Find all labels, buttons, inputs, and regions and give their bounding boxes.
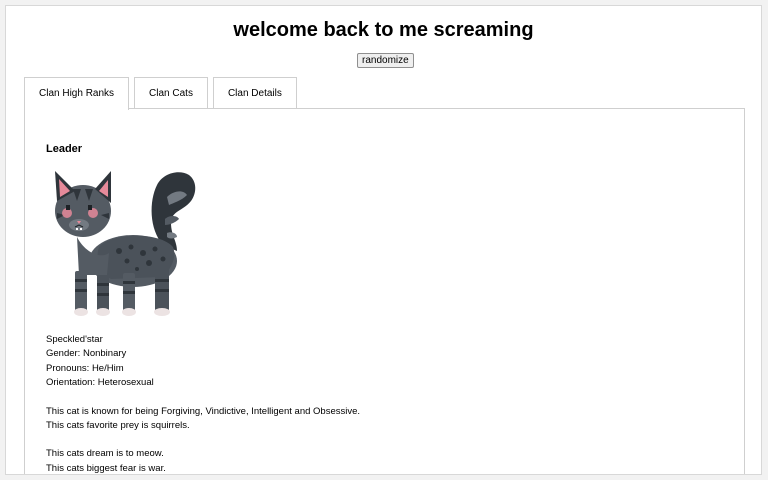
tab-panel-high-ranks: Leader Speckled'star Gender: Nonbinary P…	[24, 108, 745, 474]
cat-name: Speckled'star	[46, 334, 103, 345]
cat-fear: This cats biggest fear is war.	[46, 462, 166, 474]
page-container: welcome back to me screaming randomize C…	[5, 5, 762, 475]
tab-clan-details[interactable]: Clan Details	[212, 77, 297, 109]
cat-sprite-icon	[55, 171, 196, 316]
rank-heading: Leader	[46, 143, 83, 155]
tab-clan-cats[interactable]: Clan Cats	[134, 77, 208, 109]
cat-traits: This cat is known for being Forgiving, V…	[46, 405, 361, 417]
cat-orientation: Orientation: Heterosexual	[46, 377, 154, 389]
cat-favorite-prey: This cats favorite prey is squirrels.	[46, 420, 190, 432]
cat-dream: This cats dream is to meow.	[46, 448, 164, 460]
page-title: welcome back to me screaming	[233, 19, 534, 41]
tab-bar: Clan High Ranks Clan Cats Clan Details	[24, 77, 302, 110]
cat-info: Speckled'star Gender: Nonbinary Pronouns…	[46, 333, 726, 474]
randomize-button[interactable]: randomize	[357, 53, 414, 68]
cat-gender: Gender: Nonbinary	[46, 348, 127, 360]
cat-pronouns: Pronouns: He/Him	[46, 362, 124, 374]
tab-clan-high-ranks[interactable]: Clan High Ranks	[24, 77, 130, 110]
